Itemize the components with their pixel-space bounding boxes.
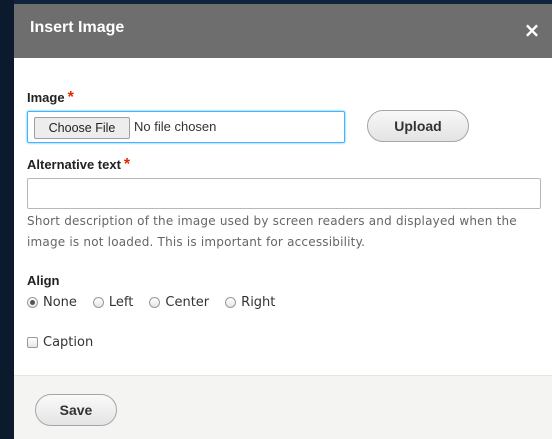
save-button[interactable]: Save xyxy=(35,394,117,426)
align-option-label: Left xyxy=(108,294,134,310)
align-option-center[interactable]: Center xyxy=(149,295,209,310)
align-option-label: None xyxy=(43,294,77,310)
caption-label: Caption xyxy=(43,335,94,350)
radio-button[interactable] xyxy=(92,296,104,308)
alt-text-label-text: Alternative text xyxy=(27,157,121,172)
file-input[interactable]: Choose File No file chosen xyxy=(27,111,345,143)
choose-file-button[interactable]: Choose File xyxy=(34,117,130,139)
insert-image-dialog: Insert Image × Image * Choose File No fil… xyxy=(14,4,552,439)
caption-checkbox[interactable] xyxy=(27,337,38,348)
radio-button[interactable] xyxy=(149,296,161,308)
alt-text-description: Short description of the image used by s… xyxy=(27,214,517,249)
close-icon[interactable]: × xyxy=(520,18,544,42)
align-option-none[interactable]: None xyxy=(27,295,77,310)
dialog-footer: Save xyxy=(14,375,552,439)
file-status: No file chosen xyxy=(134,119,217,134)
image-label-text: Image xyxy=(27,90,65,105)
dialog-titlebar: Insert Image × xyxy=(14,4,552,58)
alt-text-label: Alternative text * xyxy=(27,156,130,174)
align-option-right[interactable]: Right xyxy=(225,295,275,310)
required-marker: * xyxy=(123,156,131,173)
dialog-title: Insert Image xyxy=(30,19,125,36)
image-label: Image * xyxy=(27,89,74,107)
radio-button[interactable] xyxy=(225,296,237,308)
required-marker: * xyxy=(67,89,74,106)
caption-option[interactable]: Caption xyxy=(27,335,93,350)
alt-text-input[interactable] xyxy=(27,178,541,209)
align-radio-group: None Left Center Right xyxy=(27,294,291,310)
align-label: Align xyxy=(27,273,60,288)
align-option-left[interactable]: Left xyxy=(92,294,134,310)
radio-button-selected[interactable] xyxy=(27,296,38,308)
align-option-label: Right xyxy=(241,294,276,310)
page-background xyxy=(0,0,14,439)
align-option-label: Center xyxy=(165,294,210,310)
upload-button[interactable]: Upload xyxy=(367,110,469,142)
